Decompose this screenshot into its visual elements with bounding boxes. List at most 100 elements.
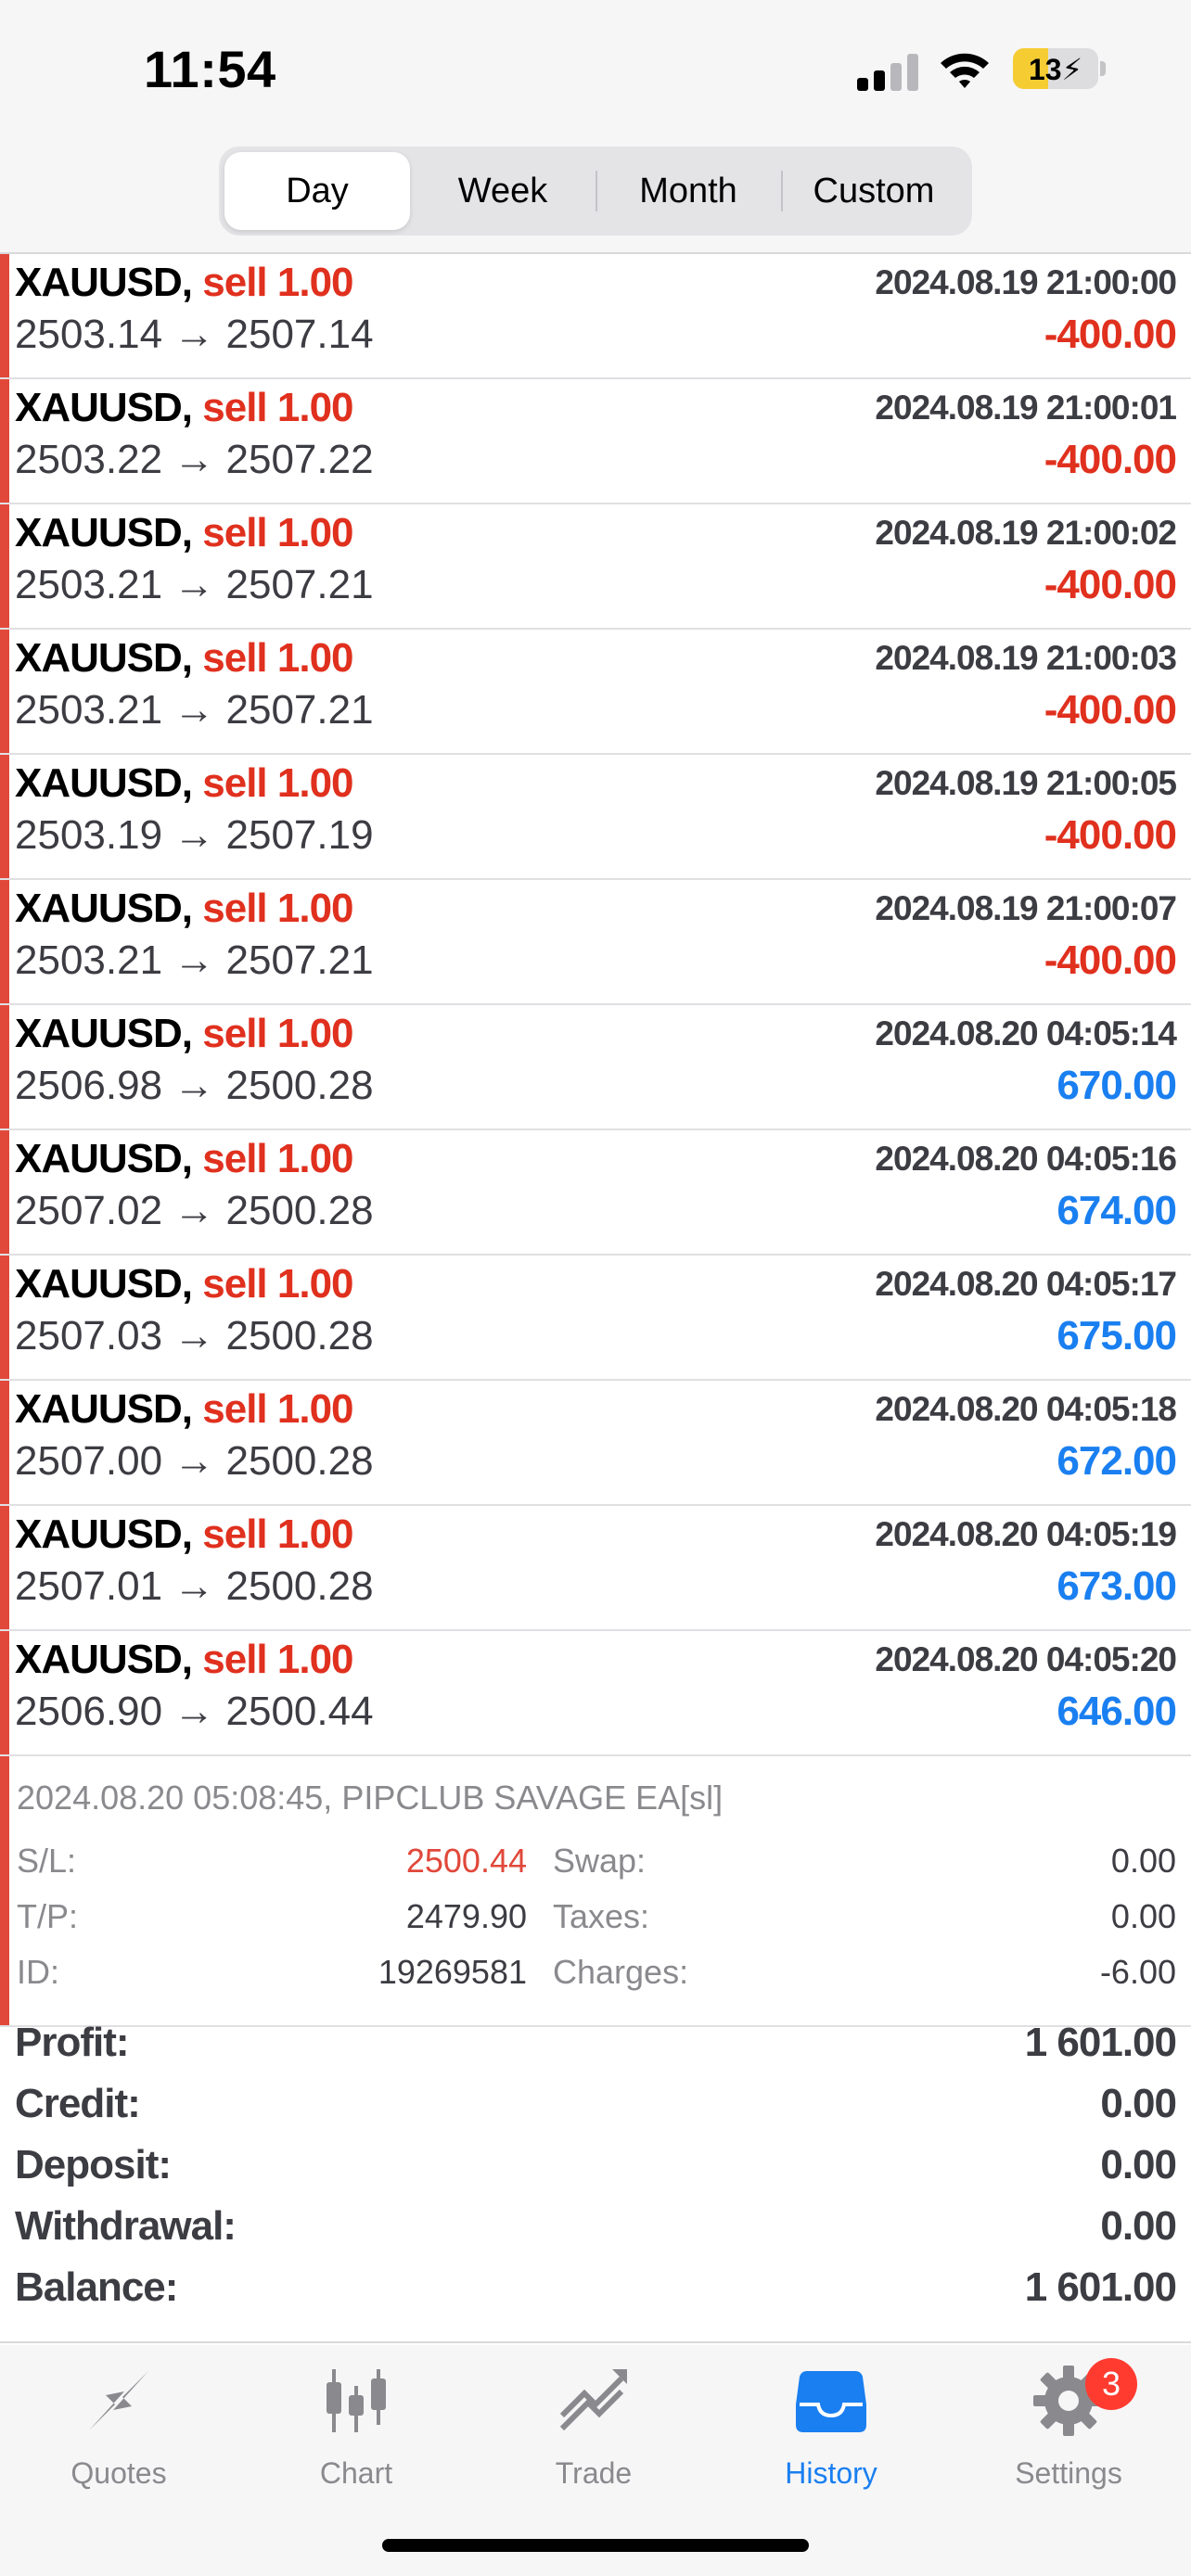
status-time: 11:54 bbox=[144, 40, 276, 98]
deal-row[interactable]: XAUUSD, sell 1.00 2024.08.20 04:05:16 2507… bbox=[0, 1130, 1191, 1256]
charges-label: Charges: bbox=[553, 1953, 689, 1991]
deal-symbol-name: XAUUSD, bbox=[15, 1136, 193, 1181]
summary-value: 0.00 bbox=[1100, 2081, 1177, 2126]
deal-side: sell 1.00 bbox=[202, 1637, 353, 1682]
summary-label: Deposit: bbox=[15, 2142, 172, 2187]
deal-row[interactable]: XAUUSD, sell 1.00 2024.08.19 21:00:01 2503… bbox=[0, 379, 1191, 504]
deal-row[interactable]: XAUUSD, sell 1.00 2024.08.19 21:00:07 2503… bbox=[0, 880, 1191, 1005]
tab-trade[interactable]: Trade bbox=[475, 2364, 712, 2503]
deal-symbol: XAUUSD, sell 1.00 bbox=[15, 260, 354, 306]
cellular-signal-icon bbox=[857, 54, 918, 91]
deal-prices: 2503.21 → 2507.21 bbox=[15, 687, 374, 733]
deal-row[interactable]: XAUUSD, sell 1.00 2024.08.20 04:05:19 2507… bbox=[0, 1506, 1191, 1631]
tab-chart[interactable]: Chart bbox=[237, 2364, 475, 2503]
deal-symbol: XAUUSD, sell 1.00 bbox=[15, 886, 354, 932]
tab-label: Settings bbox=[1015, 2456, 1122, 2490]
deal-row[interactable]: XAUUSD, sell 1.00 2024.08.19 21:00:00 2503… bbox=[0, 254, 1191, 379]
deal-time: 2024.08.20 04:05:18 bbox=[875, 1390, 1177, 1428]
taxes-value: 0.00 bbox=[1110, 1897, 1176, 1935]
range-tab-custom[interactable]: Custom bbox=[781, 152, 967, 230]
deal-profit: -400.00 bbox=[1044, 812, 1177, 858]
charging-bolt-icon: ⚡ bbox=[1061, 53, 1083, 86]
deal-symbol-name: XAUUSD, bbox=[15, 1637, 193, 1682]
range-tab-week[interactable]: Week bbox=[410, 152, 596, 230]
deal-profit: -400.00 bbox=[1044, 937, 1177, 983]
deal-row[interactable]: XAUUSD, sell 1.00 2024.08.20 04:05:18 2507… bbox=[0, 1381, 1191, 1506]
deal-time: 2024.08.19 21:00:00 bbox=[875, 263, 1177, 301]
deal-symbol-name: XAUUSD, bbox=[15, 760, 193, 806]
tab-history[interactable]: History bbox=[712, 2364, 950, 2503]
deal-symbol-name: XAUUSD, bbox=[15, 1261, 193, 1307]
deal-prices: 2507.03 → 2500.28 bbox=[15, 1313, 374, 1358]
deal-prices: 2503.21 → 2507.21 bbox=[15, 937, 374, 983]
summary-deposit-row: Deposit: 0.00 bbox=[0, 2135, 1191, 2196]
tab-label: Quotes bbox=[70, 2456, 167, 2490]
deal-symbol: XAUUSD, sell 1.00 bbox=[15, 760, 354, 807]
tab-label: Chart bbox=[319, 2456, 393, 2490]
history-summary: Profit: 1 601.00 Credit: 0.00 Deposit: 0… bbox=[0, 2012, 1191, 2343]
wifi-icon bbox=[941, 53, 989, 88]
tab-label: Trade bbox=[555, 2456, 633, 2490]
deal-symbol: XAUUSD, sell 1.00 bbox=[15, 1261, 354, 1307]
summary-value: 0.00 bbox=[1100, 2203, 1177, 2249]
deal-time: 2024.08.19 21:00:05 bbox=[875, 764, 1177, 802]
deal-side: sell 1.00 bbox=[202, 260, 353, 305]
deal-prices: 2507.01 → 2500.28 bbox=[15, 1563, 374, 1609]
deal-time: 2024.08.20 04:05:19 bbox=[875, 1515, 1177, 1553]
deal-side: sell 1.00 bbox=[202, 1511, 353, 1557]
battery-cap bbox=[1100, 61, 1106, 76]
deal-symbol: XAUUSD, sell 1.00 bbox=[15, 1136, 354, 1182]
history-range-header: Day Week Month Custom bbox=[0, 139, 1191, 254]
deal-symbol: XAUUSD, sell 1.00 bbox=[15, 635, 354, 682]
deal-symbol: XAUUSD, sell 1.00 bbox=[15, 1011, 354, 1057]
deal-detail-meta: 2024.08.20 05:08:45, PIPCLUB SAVAGE EA[s… bbox=[17, 1779, 724, 1817]
deal-symbol: XAUUSD, sell 1.00 bbox=[15, 1511, 354, 1558]
deal-time: 2024.08.20 04:05:17 bbox=[875, 1265, 1177, 1303]
deal-row[interactable]: XAUUSD, sell 1.00 2024.08.20 04:05:20 2506… bbox=[0, 1631, 1191, 1756]
deal-side: sell 1.00 bbox=[202, 1261, 353, 1307]
deal-time: 2024.08.20 04:05:16 bbox=[875, 1140, 1177, 1178]
deal-detail-panel[interactable]: 2024.08.20 05:08:45, PIPCLUB SAVAGE EA[s… bbox=[0, 1756, 1191, 2027]
battery-level: 13 bbox=[1028, 53, 1062, 86]
range-tab-day[interactable]: Day bbox=[224, 152, 410, 230]
deal-symbol: XAUUSD, sell 1.00 bbox=[15, 385, 354, 431]
deal-profit: 675.00 bbox=[1057, 1313, 1177, 1358]
trade-icon bbox=[559, 2369, 627, 2431]
deal-symbol-name: XAUUSD, bbox=[15, 1386, 193, 1432]
range-segmented-control: Day Week Month Custom bbox=[219, 147, 972, 236]
settings-badge: 3 bbox=[1085, 2358, 1137, 2410]
deal-symbol: XAUUSD, sell 1.00 bbox=[15, 510, 354, 556]
deal-profit: 646.00 bbox=[1057, 1689, 1177, 1734]
deal-side: sell 1.00 bbox=[202, 1136, 353, 1181]
swap-label: Swap: bbox=[553, 1842, 647, 1880]
summary-withdrawal-row: Withdrawal: 0.00 bbox=[0, 2196, 1191, 2257]
deal-profit: 674.00 bbox=[1057, 1188, 1177, 1233]
deal-prices: 2507.02 → 2500.28 bbox=[15, 1188, 374, 1233]
id-value: 19269581 bbox=[378, 1953, 527, 1991]
summary-profit-row: Profit: 1 601.00 bbox=[0, 2012, 1191, 2073]
deal-side: sell 1.00 bbox=[202, 510, 353, 555]
summary-credit-row: Credit: 0.00 bbox=[0, 2073, 1191, 2135]
range-tab-month[interactable]: Month bbox=[596, 152, 781, 230]
deal-symbol: XAUUSD, sell 1.00 bbox=[15, 1386, 354, 1433]
deal-row[interactable]: XAUUSD, sell 1.00 2024.08.20 04:05:17 2507… bbox=[0, 1256, 1191, 1381]
home-indicator[interactable] bbox=[382, 2539, 809, 2552]
deal-row[interactable]: XAUUSD, sell 1.00 2024.08.19 21:00:03 2503… bbox=[0, 630, 1191, 755]
deal-row[interactable]: XAUUSD, sell 1.00 2024.08.19 21:00:05 2503… bbox=[0, 755, 1191, 880]
deal-row[interactable]: XAUUSD, sell 1.00 2024.08.20 04:05:14 2506… bbox=[0, 1005, 1191, 1130]
deal-time: 2024.08.19 21:00:01 bbox=[875, 389, 1177, 427]
deal-symbol-name: XAUUSD, bbox=[15, 1511, 193, 1557]
deal-time: 2024.08.19 21:00:02 bbox=[875, 514, 1177, 552]
deal-row[interactable]: XAUUSD, sell 1.00 2024.08.19 21:00:02 2503… bbox=[0, 504, 1191, 630]
deal-side: sell 1.00 bbox=[202, 635, 353, 681]
quotes-icon bbox=[89, 2371, 148, 2430]
deal-symbol-name: XAUUSD, bbox=[15, 385, 193, 430]
deal-prices: 2507.00 → 2500.28 bbox=[15, 1438, 374, 1484]
deal-prices: 2503.14 → 2507.14 bbox=[15, 312, 374, 357]
charges-value: -6.00 bbox=[1099, 1953, 1176, 1991]
tab-quotes[interactable]: Quotes bbox=[0, 2364, 237, 2503]
status-bar: 11:54 13⚡ bbox=[0, 0, 1191, 139]
deal-prices: 2503.21 → 2507.21 bbox=[15, 562, 374, 607]
tab-settings[interactable]: 3 Settings bbox=[950, 2358, 1187, 2503]
deal-profit: -400.00 bbox=[1044, 562, 1177, 607]
